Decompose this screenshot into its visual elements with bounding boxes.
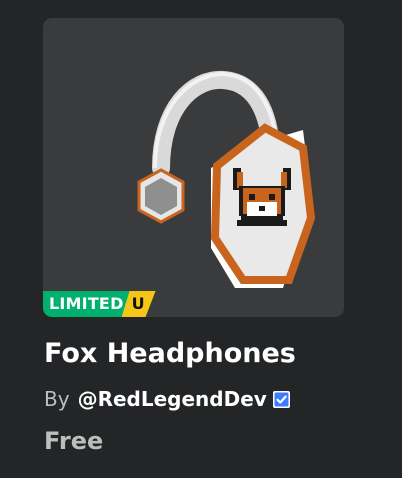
catalog-item-card[interactable]: LIMITED U Fox Headphones By @RedLegendDe… <box>43 18 344 458</box>
by-label: By <box>44 387 70 411</box>
item-name[interactable]: Fox Headphones <box>44 337 296 371</box>
verified-badge-icon <box>272 390 290 408</box>
creator-byline: By @RedLegendDev <box>44 385 291 413</box>
limited-badge-label: LIMITED <box>43 291 130 317</box>
item-thumbnail[interactable]: LIMITED U <box>43 18 344 317</box>
fox-headphones-image <box>137 70 316 288</box>
limited-unique-badge: LIMITED U <box>43 291 156 317</box>
creator-link[interactable]: @RedLegendDev <box>78 387 267 411</box>
item-price: Free <box>44 427 104 455</box>
